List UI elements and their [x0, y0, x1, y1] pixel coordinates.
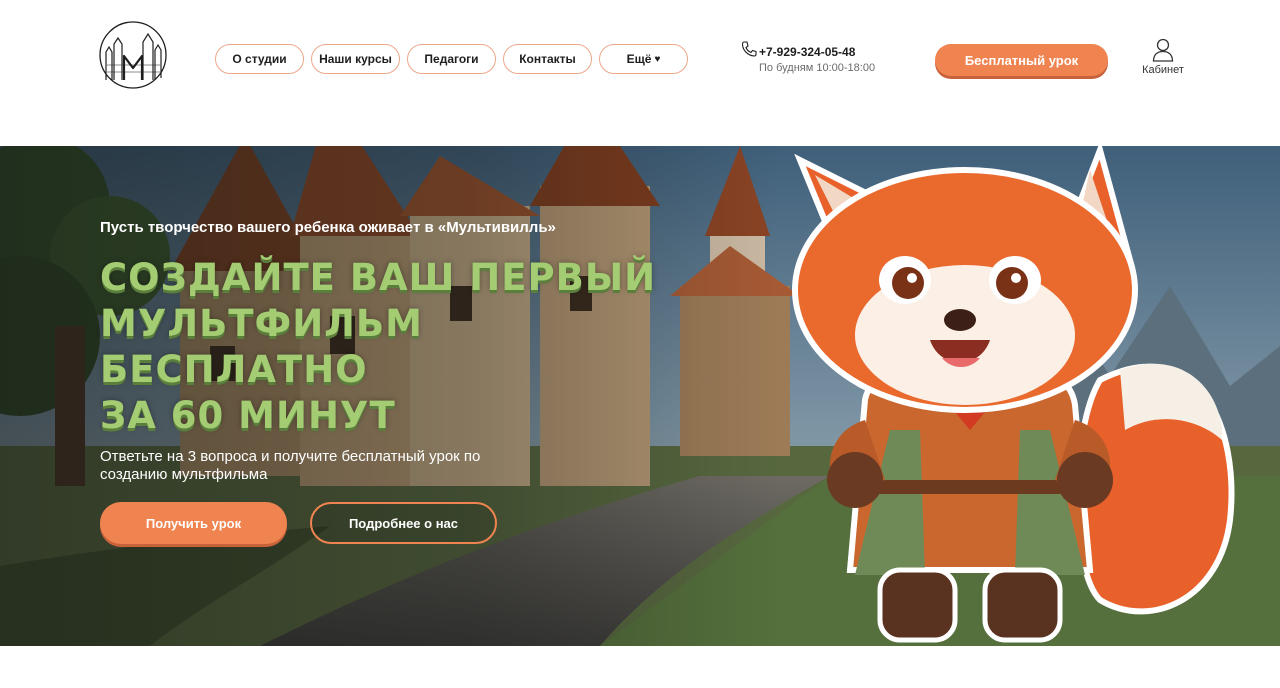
nav-item-label: О студии — [232, 52, 287, 66]
fox-mascot-illustration — [792, 140, 1235, 643]
hero-title-line: Создайте ваш первый — [100, 256, 657, 299]
about-us-label: Подробнее о нас — [348, 515, 459, 531]
nav-item-label: Педагоги — [424, 52, 479, 66]
nav-item-label: Ещё — [626, 52, 652, 66]
cabinet-label: Кабинет — [1142, 64, 1184, 76]
nav-item-contacts[interactable]: Контакты — [503, 44, 592, 74]
working-hours: По будням 10:00-18:00 — [759, 62, 876, 74]
nav-item-teachers[interactable]: Педагоги — [407, 44, 496, 74]
main-nav: О студии Наши курсы Педагоги Контакты Ещ… — [215, 44, 688, 74]
hero-title-line: за 60 минут — [100, 394, 396, 437]
site-header: О студии Наши курсы Педагоги Контакты Ещ… — [0, 0, 1280, 130]
nav-item-label: Контакты — [519, 52, 576, 66]
nav-item-label: Наши курсы — [319, 52, 392, 66]
phone-number[interactable]: +7-929-324-05-48 — [759, 45, 855, 59]
about-us-button[interactable]: Подробнее о нас — [310, 502, 497, 544]
nav-item-courses[interactable]: Наши курсы — [311, 44, 400, 74]
phone-icon — [741, 41, 757, 57]
get-lesson-button[interactable]: Получить урок — [100, 502, 287, 544]
free-lesson-button[interactable]: Бесплатный урок — [935, 44, 1108, 76]
hero-kicker: Пусть творчество вашего ребенка оживает … — [100, 219, 556, 236]
nav-item-more[interactable]: Ещё ♥ — [599, 44, 688, 74]
hero-subtitle: Ответьте на 3 вопроса и получите бесплат… — [100, 448, 481, 483]
user-icon — [1152, 38, 1174, 62]
heart-icon: ♥ — [654, 53, 661, 65]
get-lesson-label: Получить урок — [145, 515, 242, 531]
nav-item-about[interactable]: О студии — [215, 44, 304, 74]
hero-title: Создайте ваш первый мультфильм бесплатно… — [100, 255, 700, 439]
hero-title-line: мультфильм бесплатно — [100, 302, 423, 391]
cabinet-link[interactable]: Кабинет — [1138, 38, 1188, 76]
free-lesson-label: Бесплатный урок — [964, 52, 1079, 68]
castle-logo-icon[interactable] — [98, 20, 168, 90]
